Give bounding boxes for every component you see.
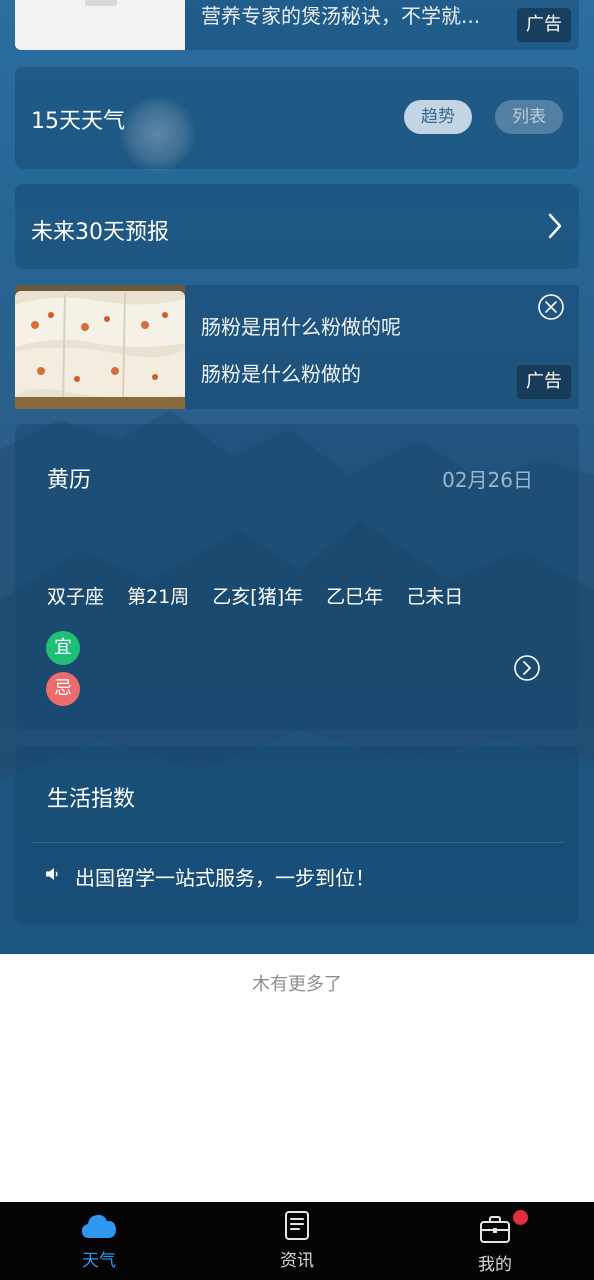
ad-tag: 广告 bbox=[517, 8, 571, 42]
ad-food-image bbox=[15, 285, 185, 409]
avoid-badge: 忌 bbox=[46, 672, 80, 706]
tab-mine-label: 我的 bbox=[478, 1255, 512, 1275]
tab-news-label: 资讯 bbox=[280, 1251, 314, 1271]
almanac-card[interactable]: 黄历 02月26日 双子座 第21周 乙亥[猪]年 乙巳年 己未日 宜 忌 bbox=[15, 424, 579, 730]
lunar-year: 乙亥[猪]年 bbox=[212, 586, 304, 608]
promo-notice[interactable]: 出国留学一站式服务，一步到位！ bbox=[75, 862, 375, 891]
zodiac-sign: 双子座 bbox=[47, 586, 105, 608]
ad-banner-food[interactable]: 肠粉是用什么粉做的呢 肠粉是什么粉做的 广告 bbox=[15, 285, 579, 409]
lunar-month: 乙巳年 bbox=[326, 586, 384, 608]
weather-15-day-card: 15天天气 趋势 列表 bbox=[15, 67, 579, 169]
suitable-badge: 宜 bbox=[46, 631, 80, 665]
forecast-30-day-row[interactable]: 未来30天预报 bbox=[15, 184, 579, 269]
life-index-card: 生活指数 出国留学一站式服务，一步到位！ bbox=[15, 746, 579, 924]
ad-headline: 肠粉是用什么粉做的呢 bbox=[201, 315, 401, 339]
trend-toggle-button[interactable]: 趋势 bbox=[404, 100, 472, 134]
tab-news[interactable]: 资讯 bbox=[198, 1202, 396, 1280]
tab-weather[interactable]: 天气 bbox=[0, 1202, 198, 1280]
almanac-title: 黄历 bbox=[47, 468, 92, 493]
document-icon bbox=[285, 1211, 309, 1240]
life-index-title: 生活指数 bbox=[47, 787, 136, 812]
weather-15-day-title: 15天天气 bbox=[31, 109, 125, 134]
ad-title: 营养专家的煲汤秘诀，不学就... bbox=[201, 4, 481, 28]
ad-tag: 广告 bbox=[517, 365, 571, 399]
lunar-day: 己未日 bbox=[406, 586, 464, 608]
forecast-30-day-title: 未来30天预报 bbox=[31, 220, 169, 245]
weather-page: 营养专家的煲汤秘诀，不学就... 广告 15天天气 趋势 列表 未来30天预报 bbox=[0, 0, 594, 1280]
ad-subline: 肠粉是什么粉做的 bbox=[201, 362, 361, 386]
ad-banner-top[interactable]: 营养专家的煲汤秘诀，不学就... 广告 bbox=[15, 0, 579, 50]
chevron-circle-right-icon[interactable] bbox=[513, 654, 541, 682]
notification-dot bbox=[513, 1210, 528, 1225]
divider bbox=[31, 842, 563, 843]
chevron-right-icon bbox=[548, 213, 562, 239]
speaker-icon bbox=[46, 868, 58, 880]
almanac-date: 02月26日 bbox=[442, 468, 533, 492]
bottom-tab-bar: 天气 资讯 我的 bbox=[0, 1202, 594, 1280]
tab-weather-label: 天气 bbox=[82, 1251, 116, 1271]
list-toggle-button[interactable]: 列表 bbox=[495, 100, 563, 134]
end-of-list-text: 木有更多了 bbox=[252, 974, 342, 995]
ad-thumbnail bbox=[15, 0, 185, 50]
cloud-icon bbox=[82, 1214, 116, 1238]
close-icon[interactable] bbox=[537, 293, 565, 321]
tab-mine[interactable]: 我的 bbox=[396, 1202, 594, 1280]
almanac-info-row: 双子座 第21周 乙亥[猪]年 乙巳年 己未日 bbox=[47, 582, 480, 609]
briefcase-icon bbox=[480, 1216, 510, 1243]
week-number: 第21周 bbox=[127, 586, 190, 608]
